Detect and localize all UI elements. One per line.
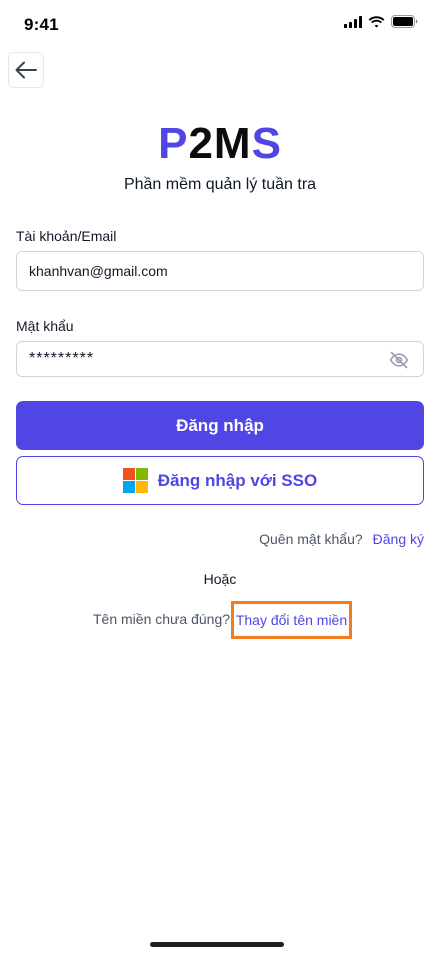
- password-input-value: *********: [29, 350, 95, 367]
- account-input[interactable]: khanhvan@gmail.com: [16, 251, 424, 291]
- status-time: 9:41: [24, 15, 59, 34]
- app-logo: P2MS: [0, 118, 440, 170]
- arrow-left-icon: [15, 61, 37, 79]
- wifi-icon: [368, 15, 385, 28]
- password-input[interactable]: *********: [16, 341, 424, 377]
- account-input-value: khanhvan@gmail.com: [29, 263, 168, 279]
- forgot-password-link[interactable]: Quên mật khẩu?: [259, 531, 363, 547]
- microsoft-logo-icon: [122, 468, 148, 493]
- domain-prompt: Tên miền chưa đúng?: [93, 611, 231, 627]
- status-bar: 9:41: [0, 0, 440, 50]
- change-domain-link[interactable]: Thay đổi tên miền: [231, 601, 352, 639]
- back-button[interactable]: [8, 52, 44, 88]
- eye-off-icon[interactable]: [389, 350, 409, 370]
- app-subtitle: Phần mềm quản lý tuần tra: [123, 176, 317, 193]
- account-links: Quên mật khẩu? Đăng ký: [259, 531, 424, 547]
- password-label: Mật khẩu: [16, 318, 74, 334]
- status-icons: [344, 15, 418, 28]
- logo-part-2: 2M: [188, 119, 252, 168]
- home-indicator[interactable]: [150, 942, 284, 947]
- login-button-label: Đăng nhập: [176, 415, 264, 435]
- register-link[interactable]: Đăng ký: [373, 531, 424, 547]
- sso-login-button[interactable]: Đăng nhập với SSO: [16, 456, 424, 505]
- sso-login-button-label: Đăng nhập với SSO: [157, 470, 318, 490]
- battery-icon: [391, 15, 418, 28]
- logo-part-3: S: [251, 119, 282, 168]
- or-divider-text: Hoặc: [203, 571, 237, 587]
- logo-part-1: P: [158, 119, 189, 168]
- account-label: Tài khoản/Email: [16, 228, 117, 244]
- change-domain-link-label: Thay đổi tên miền: [235, 612, 348, 628]
- signal-icon: [344, 15, 362, 28]
- login-button[interactable]: Đăng nhập: [16, 401, 424, 450]
